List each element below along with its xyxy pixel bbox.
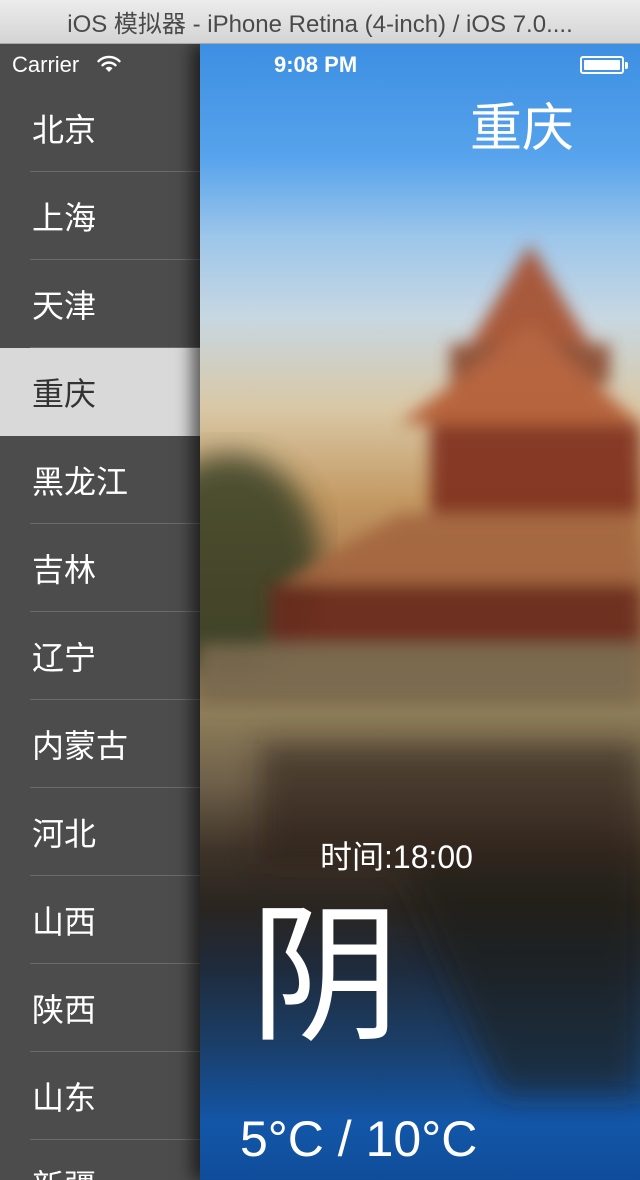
status-carrier: Carrier xyxy=(12,52,80,77)
status-time: 9:08 PM xyxy=(274,52,358,77)
weather-condition: 阴 xyxy=(250,890,401,1064)
sidebar-city-item[interactable]: 北京 xyxy=(0,84,200,172)
sidebar-city-item[interactable]: 辽宁 xyxy=(0,612,200,700)
city-sidebar[interactable]: 北京上海天津重庆黑龙江吉林辽宁内蒙古河北山西陕西山东新疆 xyxy=(0,44,200,1180)
battery-icon xyxy=(580,56,628,74)
sidebar-city-item[interactable]: 重庆 xyxy=(0,348,200,436)
sidebar-city-label: 陕西 xyxy=(32,992,97,1028)
sidebar-city-item[interactable]: 内蒙古 xyxy=(0,700,200,788)
sidebar-city-label: 北京 xyxy=(32,112,97,148)
sidebar-city-label: 内蒙古 xyxy=(32,728,129,764)
weather-update-time: 时间:18:00 xyxy=(320,839,473,875)
weather-panel: 重庆 时间:18:00 阴 5°C / 10°C xyxy=(200,44,640,1180)
sidebar-city-label: 天津 xyxy=(32,288,97,324)
sidebar-city-label: 上海 xyxy=(32,200,97,236)
sidebar-city-item[interactable]: 山东 xyxy=(0,1052,200,1140)
wifi-icon xyxy=(97,55,121,72)
simulator-title-bar: iOS 模拟器 - iPhone Retina (4-inch) / iOS 7… xyxy=(0,0,640,44)
weather-city-title: 重庆 xyxy=(469,100,574,158)
device-screen: 北京上海天津重庆黑龙江吉林辽宁内蒙古河北山西陕西山东新疆 xyxy=(0,44,640,1180)
sidebar-city-item[interactable]: 新疆 xyxy=(0,1140,200,1180)
window-title: iOS 模拟器 - iPhone Retina (4-inch) / iOS 7… xyxy=(67,11,573,38)
sidebar-city-label: 河北 xyxy=(32,816,97,852)
sidebar-city-item[interactable]: 天津 xyxy=(0,260,200,348)
sidebar-city-item[interactable]: 山西 xyxy=(0,876,200,964)
sidebar-city-item[interactable]: 河北 xyxy=(0,788,200,876)
sidebar-city-label: 山西 xyxy=(32,904,97,940)
city-list: 北京上海天津重庆黑龙江吉林辽宁内蒙古河北山西陕西山东新疆 xyxy=(0,84,200,1180)
sidebar-city-label: 黑龙江 xyxy=(32,464,129,500)
sidebar-city-label: 山东 xyxy=(32,1080,97,1116)
sidebar-city-item[interactable]: 陕西 xyxy=(0,964,200,1052)
sidebar-city-label: 吉林 xyxy=(32,552,97,588)
sidebar-city-label: 辽宁 xyxy=(32,640,97,676)
sidebar-city-label: 新疆 xyxy=(32,1161,96,1180)
sidebar-city-label: 重庆 xyxy=(32,376,97,412)
sidebar-city-item[interactable]: 吉林 xyxy=(0,524,200,612)
weather-temperature-range: 5°C / 10°C xyxy=(240,1111,478,1167)
sidebar-city-item[interactable]: 黑龙江 xyxy=(0,436,200,524)
sidebar-city-item[interactable]: 上海 xyxy=(0,172,200,260)
